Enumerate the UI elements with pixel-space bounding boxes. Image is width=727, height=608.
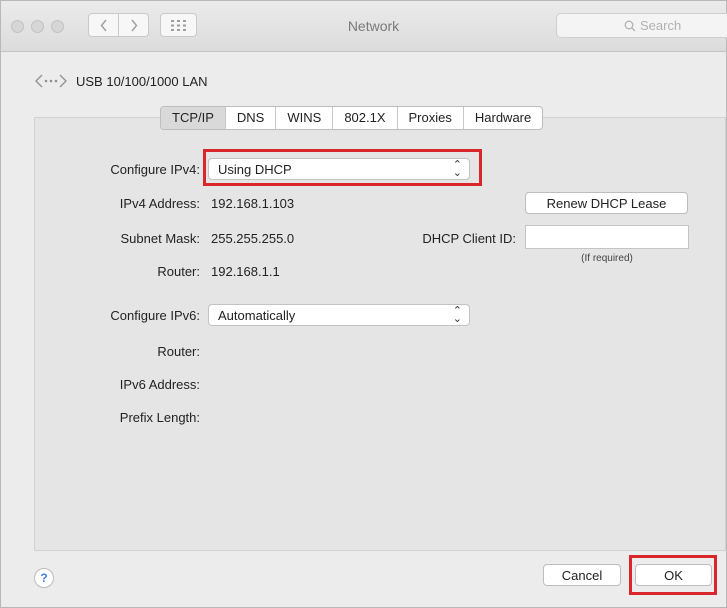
ipv4-address-value: 192.168.1.103: [211, 196, 295, 211]
configure-ipv6-select[interactable]: Automatically ⌃ ⌄: [208, 304, 470, 326]
updown-arrows-icon: ⌃ ⌄: [452, 305, 462, 325]
dhcp-client-id-hint: (If required): [581, 253, 633, 264]
cancel-button[interactable]: Cancel: [543, 564, 621, 586]
tab-proxies[interactable]: Proxies: [396, 107, 463, 129]
tab-tcpip[interactable]: TCP/IP: [161, 107, 225, 129]
ipv6-address-label: IPv6 Address:: [119, 377, 200, 392]
search-field[interactable]: Search: [556, 13, 727, 38]
prefix-length-label: Prefix Length:: [119, 410, 200, 425]
dhcp-client-id-label: DHCP Client ID:: [422, 231, 516, 246]
renew-dhcp-lease-button[interactable]: Renew DHCP Lease: [525, 192, 688, 214]
dhcp-client-id-field[interactable]: [525, 225, 689, 249]
ipv4-address-label: IPv4 Address:: [119, 196, 200, 211]
router-ipv4-label: Router:: [157, 264, 200, 279]
tab-wins[interactable]: WINS: [275, 107, 332, 129]
tab-8021x[interactable]: 802.1X: [332, 107, 396, 129]
interface-name: USB 10/100/1000 LAN: [76, 73, 208, 89]
network-interface-icon: [35, 74, 67, 88]
search-icon: [624, 20, 636, 31]
router-ipv6-label: Router:: [157, 344, 200, 359]
interface-header: USB 10/100/1000 LAN: [34, 73, 208, 89]
title-bar: Network Search: [1, 1, 727, 52]
highlight-configure-ipv4: [203, 149, 482, 186]
router-ipv4-value: 192.168.1.1: [211, 264, 280, 279]
configure-ipv4-label: Configure IPv4:: [110, 162, 200, 177]
subnet-mask-value: 255.255.255.0: [211, 231, 295, 246]
tab-hardware[interactable]: Hardware: [462, 107, 542, 129]
network-window: Network Search USB 10/100/1000 LAN TCP/I…: [0, 0, 727, 608]
configure-ipv6-label: Configure IPv6:: [110, 308, 200, 323]
highlight-ok: [629, 555, 717, 595]
configure-ipv6-value: Automatically: [218, 307, 296, 323]
search-placeholder: Search: [640, 18, 682, 33]
tab-dns[interactable]: DNS: [224, 107, 275, 129]
help-button[interactable]: ?: [34, 568, 54, 588]
tab-bar: TCP/IP DNS WINS 802.1X Proxies Hardware: [160, 106, 544, 130]
subnet-mask-label: Subnet Mask:: [120, 231, 201, 246]
